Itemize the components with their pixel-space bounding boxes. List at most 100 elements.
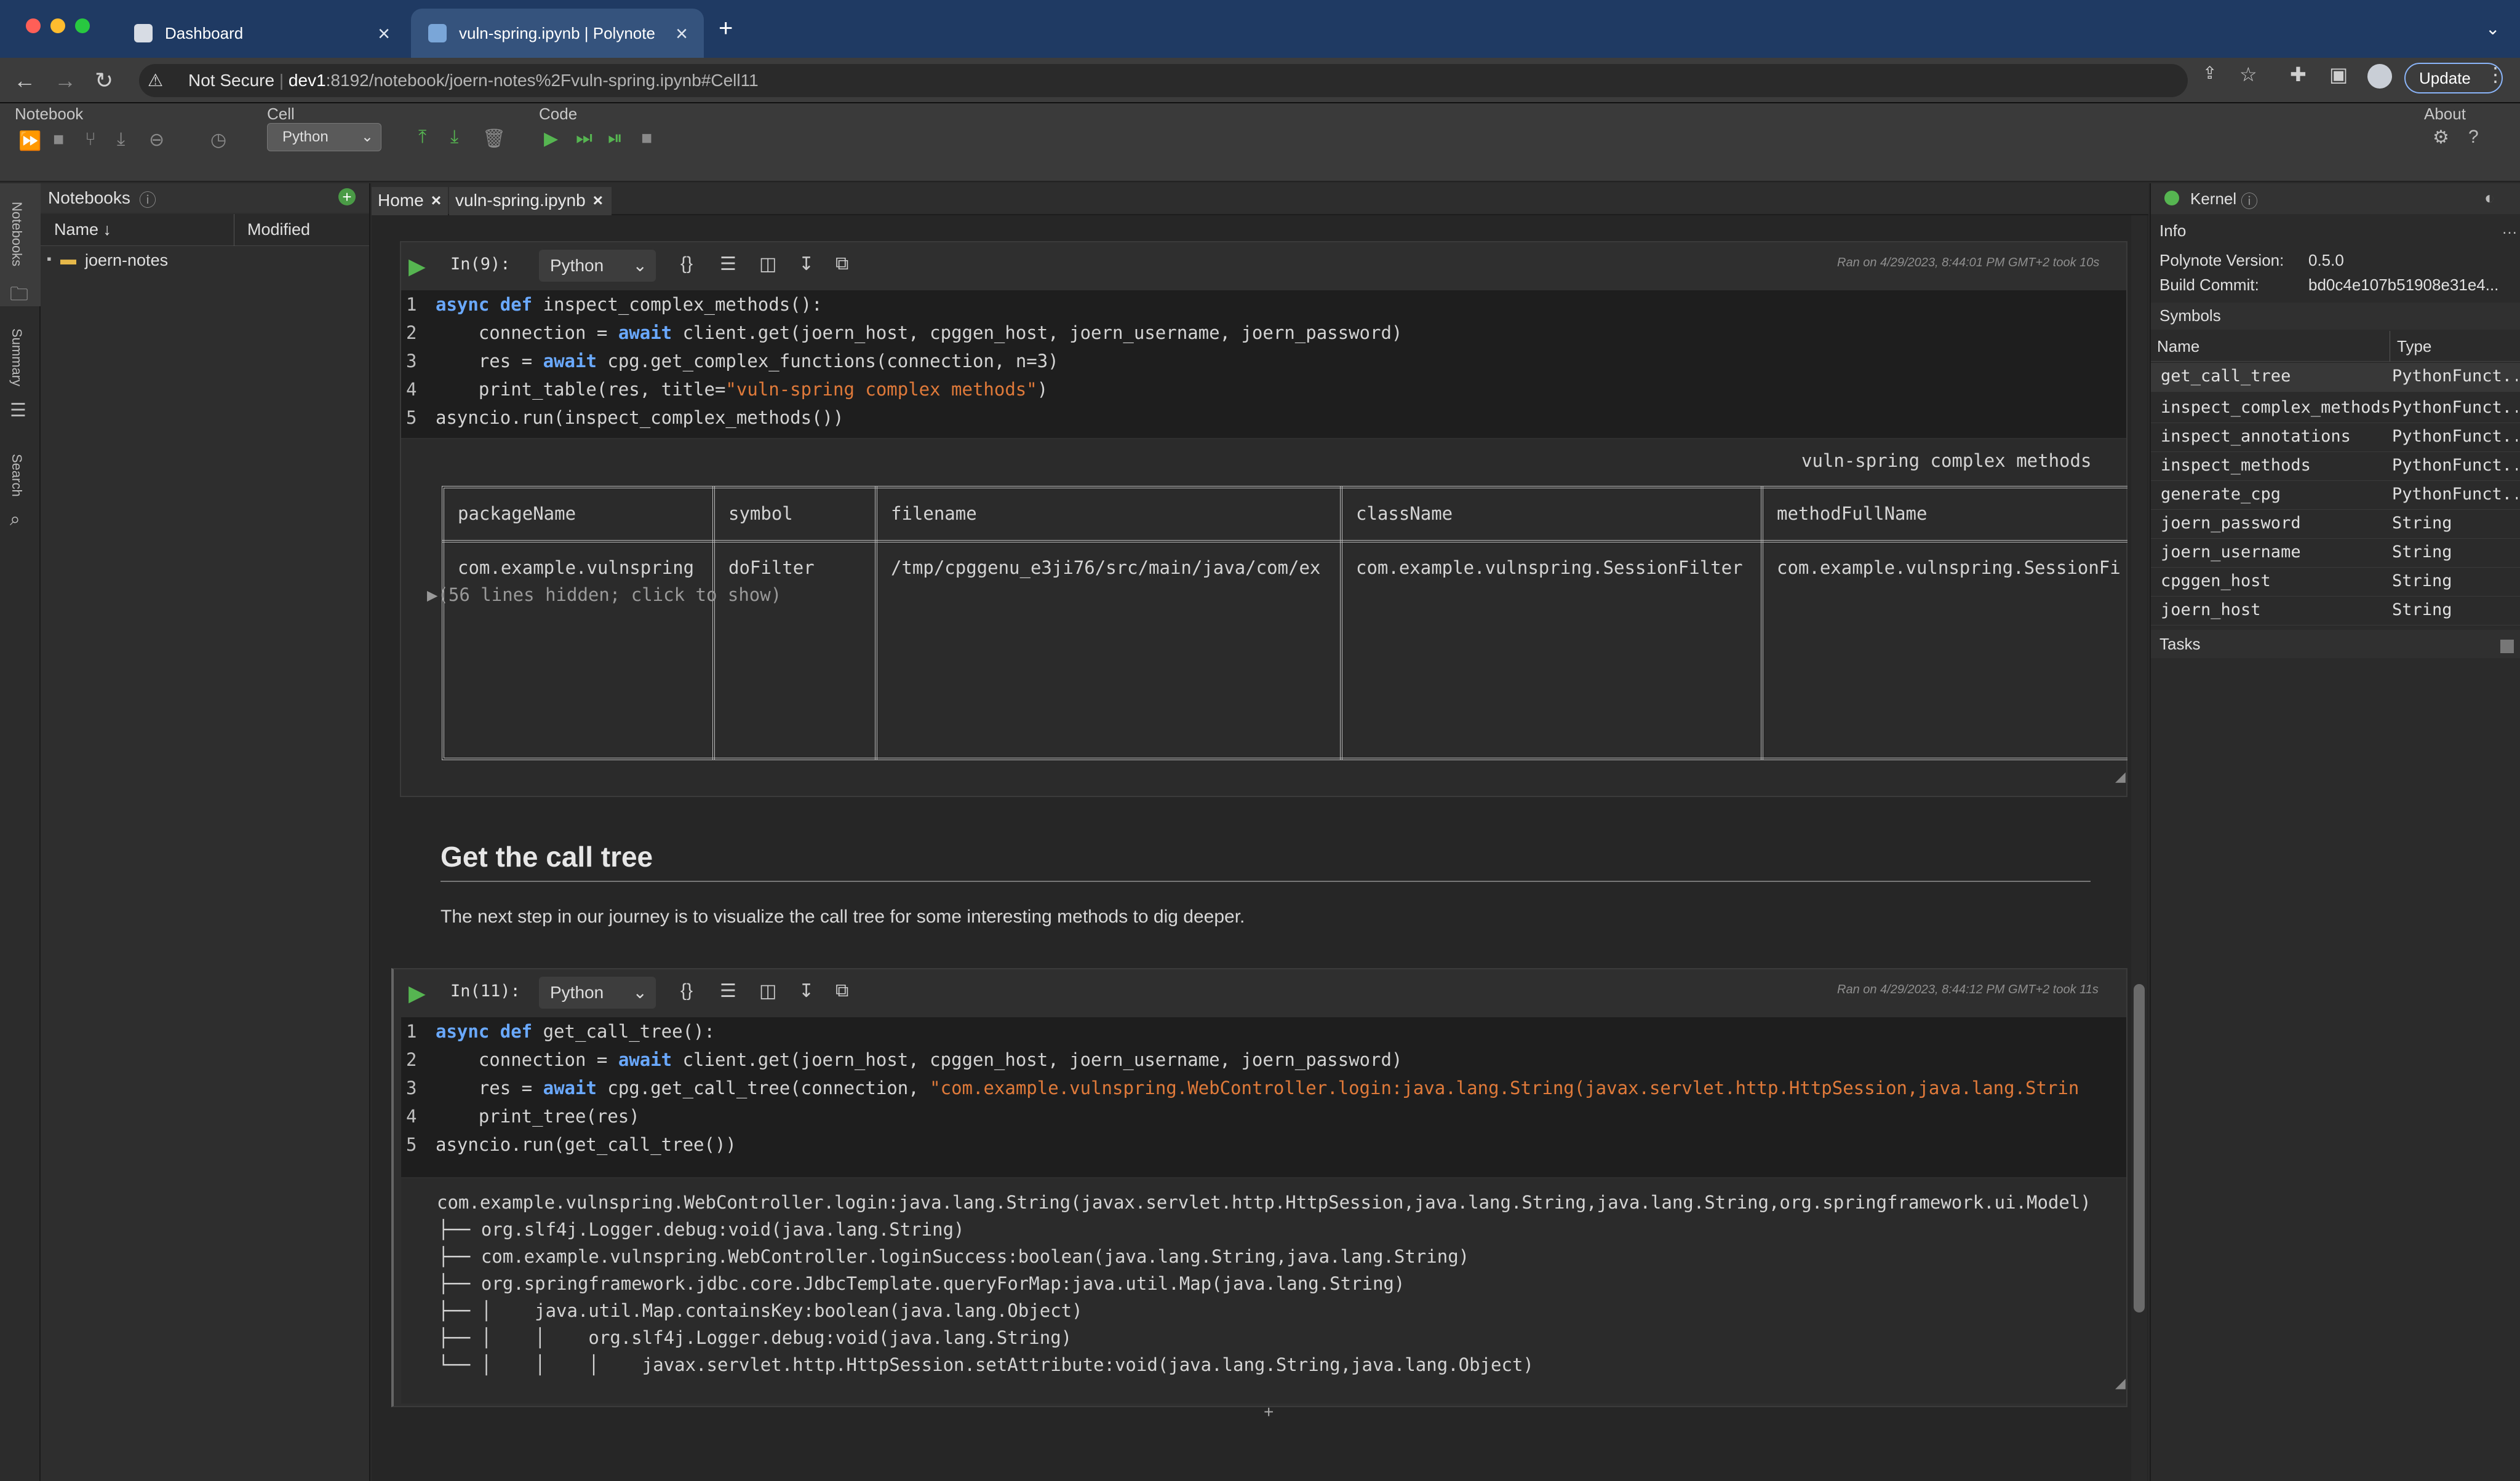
close-tab-icon[interactable]: × xyxy=(676,22,688,46)
profile-avatar[interactable] xyxy=(2367,64,2392,89)
resize-handle-icon[interactable]: ◢ xyxy=(2115,769,2126,785)
insert-above-icon[interactable]: ⤒ xyxy=(418,127,426,148)
tab-vuln-spring[interactable]: vuln-spring.ipynb × xyxy=(449,187,612,215)
copy-icon[interactable]: ⧉ xyxy=(835,253,848,274)
format-icon[interactable]: ☰ xyxy=(720,980,736,1002)
close-window-button[interactable] xyxy=(26,18,41,33)
tasks-clear-icon[interactable] xyxy=(2500,640,2514,653)
clear-output-icon[interactable]: ⊖ xyxy=(149,129,164,151)
hidden-lines-toggle[interactable]: ▶(56 lines hidden; click to show) xyxy=(427,584,781,605)
scrollbar-thumb[interactable] xyxy=(2134,984,2145,1312)
column-name-header[interactable]: Name ↓ xyxy=(54,220,111,239)
run-below-icon[interactable]: ⏯ xyxy=(608,128,623,149)
add-notebook-icon[interactable]: + xyxy=(338,188,356,205)
tree-item-joern-notes[interactable]: ▪ ▬ joern-notes xyxy=(41,247,369,276)
symbol-row[interactable]: cpggen_host String xyxy=(2151,568,2520,597)
symbol-type: String xyxy=(2392,571,2452,590)
format-icon[interactable]: ☰ xyxy=(720,253,736,275)
table-title: vuln-spring complex methods xyxy=(1801,450,2092,471)
browser-tab-polynote[interactable]: vuln-spring.ipynb | Polynote × xyxy=(411,9,704,58)
delete-cell-icon[interactable]: 🗑 xyxy=(482,128,506,149)
code-editor-11[interactable]: 1 async def get_call_tree(): 2 connection … xyxy=(401,1017,2126,1177)
insert-icon[interactable]: ↧ xyxy=(799,980,814,1002)
close-tab-icon[interactable]: × xyxy=(593,191,603,210)
bookmark-star-icon[interactable]: ☆ xyxy=(2239,63,2257,86)
split-icon[interactable]: ◫ xyxy=(759,980,776,1002)
help-icon[interactable]: ⓘ xyxy=(139,187,156,212)
braces-icon[interactable]: {} xyxy=(680,253,693,274)
run-all-icon[interactable]: ⏩ xyxy=(18,130,41,152)
symbol-row[interactable]: joern_password String xyxy=(2151,510,2520,539)
table-header-cell: methodFullName xyxy=(1777,503,1928,524)
back-icon[interactable]: ← xyxy=(14,68,36,93)
run-cell-icon[interactable]: ▶ xyxy=(544,128,558,149)
column-modified-header[interactable]: Modified xyxy=(247,220,310,239)
notebooks-panel: Notebooks ⓘ + Name ↓ Modified ▪ ▬ joern-… xyxy=(41,183,370,1481)
symbol-type: PythonFunct... xyxy=(2392,398,2518,417)
symbol-row[interactable]: generate_cpg PythonFunct... xyxy=(2151,481,2520,510)
resize-handle-icon[interactable]: ◢ xyxy=(2115,1375,2126,1391)
code-editor-9[interactable]: 1 async def inspect_complex_methods(): 2 c… xyxy=(401,290,2126,438)
symbol-row[interactable]: joern_username String xyxy=(2151,539,2520,568)
cell-type-select[interactable]: Python ⌄ xyxy=(267,123,381,151)
extensions-icon[interactable]: ✚ xyxy=(2290,63,2307,86)
rail-notebooks-label[interactable]: Notebooks xyxy=(9,202,25,266)
run-cell-icon[interactable]: ▶ xyxy=(409,980,426,1006)
symbol-type: PythonFunct... xyxy=(2392,427,2518,446)
line-number: 5 xyxy=(406,407,417,428)
share-icon[interactable]: ⇪ xyxy=(2203,63,2217,83)
markdown-paragraph: The next step in our journey is to visua… xyxy=(441,907,1245,927)
run-cell-icon[interactable]: ▶ xyxy=(409,253,426,279)
tab-home[interactable]: Home × xyxy=(372,187,448,215)
close-tab-icon[interactable]: × xyxy=(378,22,390,46)
table-header-cell: className xyxy=(1356,503,1453,524)
side-panel-icon[interactable]: ▣ xyxy=(2329,63,2348,86)
browser-menu-icon[interactable]: ⋮ xyxy=(2486,63,2505,86)
table-column-divider xyxy=(1340,486,1342,760)
copy-icon[interactable]: ⧉ xyxy=(835,980,848,1001)
settings-gear-icon[interactable]: ⚙ xyxy=(2433,127,2449,148)
tree-output-line: ├── │ java.util.Map.containsKey:boolean(… xyxy=(438,1300,1083,1321)
help-icon[interactable]: ? xyxy=(2468,127,2479,148)
history-icon[interactable]: ◷ xyxy=(210,129,226,151)
close-tab-icon[interactable]: × xyxy=(431,191,441,210)
braces-icon[interactable]: {} xyxy=(680,980,693,1001)
symbol-row[interactable]: inspect_complex_methodsPythonFunct... xyxy=(2151,394,2520,423)
branch-icon[interactable]: ⑂ xyxy=(85,129,96,150)
url-host: dev1 xyxy=(288,71,326,90)
url-bar[interactable]: ⚠ Not Secure | dev1:8192/notebook/joern-… xyxy=(139,64,2188,97)
forward-icon[interactable]: → xyxy=(54,68,76,93)
symbol-row[interactable]: joern_host String xyxy=(2151,597,2520,625)
rail-summary-label[interactable]: Summary xyxy=(9,328,25,386)
code-keyword: await xyxy=(618,322,672,343)
reload-icon[interactable]: ↻ xyxy=(95,68,113,93)
cell-language-select[interactable]: Python ⌄ xyxy=(539,250,656,282)
insert-icon[interactable]: ↧ xyxy=(799,253,814,275)
add-cell-button[interactable]: + xyxy=(1264,1402,1274,1422)
line-number: 1 xyxy=(406,294,417,315)
cell-language-select[interactable]: Python ⌄ xyxy=(539,977,656,1009)
info-label: Info xyxy=(2159,221,2187,240)
kernel-disconnect-icon[interactable]: ◐ xyxy=(2484,188,2495,208)
expand-icon[interactable]: ▪ xyxy=(47,251,52,267)
stop-execution-icon[interactable]: ■ xyxy=(641,128,652,149)
browser-tab-dashboard[interactable]: Dashboard × xyxy=(117,9,406,58)
warning-icon[interactable]: ⚠ xyxy=(148,64,163,97)
split-icon[interactable]: ◫ xyxy=(759,253,776,275)
symbols-label: Symbols xyxy=(2159,306,2221,325)
rail-search-label[interactable]: Search xyxy=(9,454,25,497)
stop-icon[interactable]: ■ xyxy=(53,129,64,150)
minimize-window-button[interactable] xyxy=(50,18,65,33)
new-tab-icon[interactable]: + xyxy=(719,15,733,42)
symbol-row[interactable]: inspect_annotations PythonFunct... xyxy=(2151,423,2520,452)
symbol-row[interactable]: get_call_tree PythonFunct... xyxy=(2151,363,2520,392)
help-icon[interactable]: ⓘ xyxy=(2241,188,2258,213)
more-icon[interactable]: … xyxy=(2502,219,2518,238)
symbol-row[interactable]: inspect_methods PythonFunct... xyxy=(2151,452,2520,481)
run-to-cursor-icon[interactable]: ⏭ xyxy=(576,128,592,149)
zoom-window-button[interactable] xyxy=(75,18,90,33)
tab-search-chevron-icon[interactable]: ⌄ xyxy=(2486,18,2500,39)
insert-below-icon[interactable]: ⤓ xyxy=(450,127,458,148)
list-icon: ☰ xyxy=(10,400,26,421)
download-icon[interactable]: ⤓ xyxy=(117,129,125,150)
